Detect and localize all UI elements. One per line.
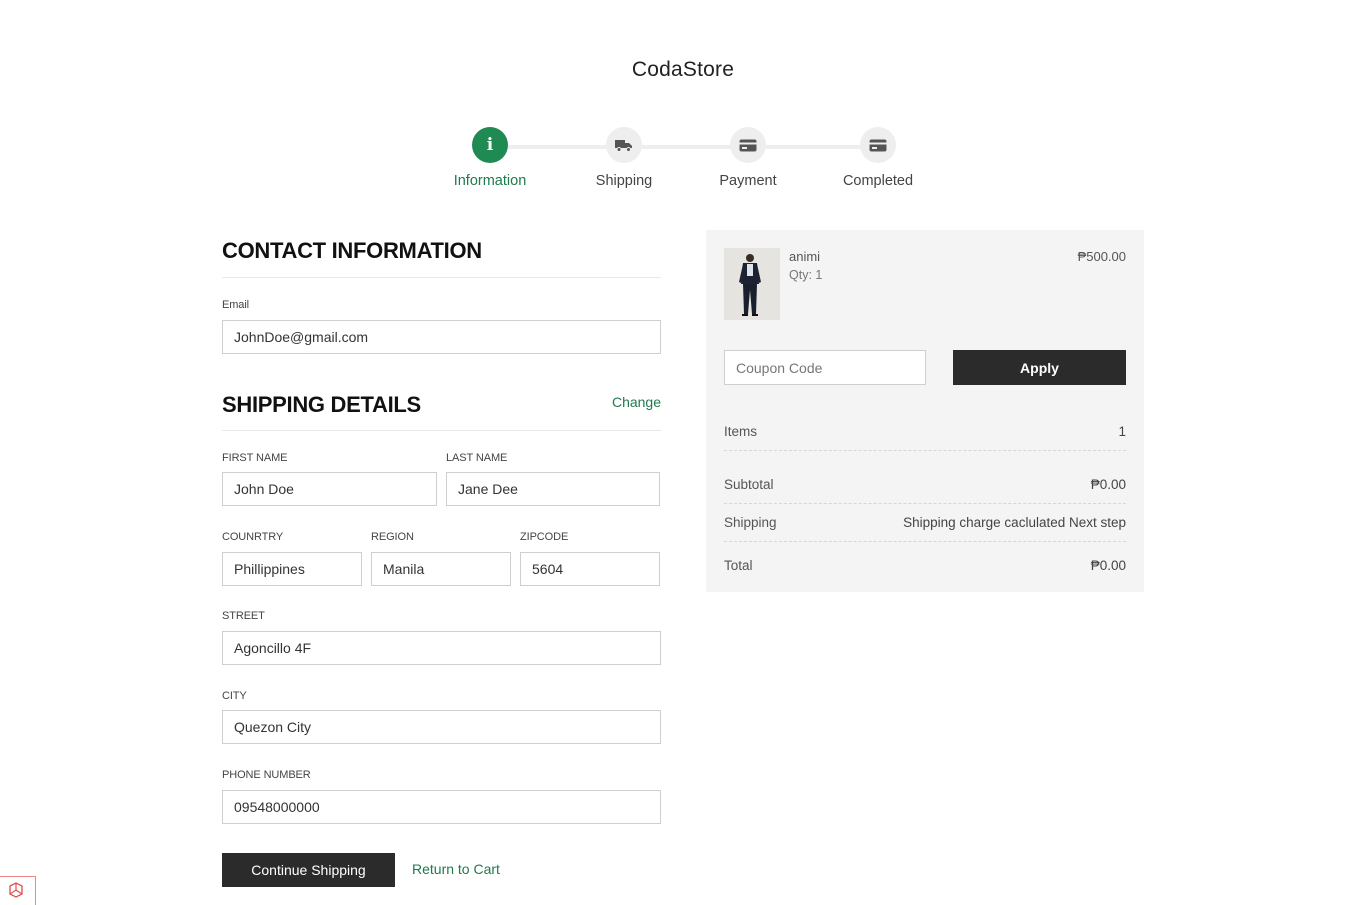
step-information[interactable]: i Information	[440, 127, 540, 189]
phone-field[interactable]	[222, 790, 661, 824]
shipping-label: Shipping	[724, 515, 777, 530]
change-link[interactable]: Change	[612, 394, 661, 410]
return-to-cart-link[interactable]: Return to Cart	[412, 861, 500, 877]
email-label: Email	[222, 299, 250, 311]
email-field[interactable]	[222, 320, 661, 354]
first-name-label: FIRST NAME	[222, 452, 288, 464]
product-qty: Qty: 1	[789, 268, 823, 282]
coupon-code-input[interactable]	[724, 350, 926, 385]
product-image	[724, 248, 780, 320]
items-value: 1	[1118, 424, 1126, 439]
first-name-field[interactable]	[222, 472, 437, 506]
contact-title: CONTACT INFORMATION	[222, 238, 482, 263]
checkout-form: CONTACT INFORMATION Email SHIPPING DETAI…	[222, 238, 661, 824]
items-row: Items 1	[724, 424, 1126, 439]
step-label: Information	[453, 173, 527, 189]
zipcode-label: ZIPCODE	[520, 531, 569, 543]
divider	[724, 450, 1126, 451]
step-label: Shipping	[595, 173, 653, 189]
checkout-stepper: i Information Shipping Payment Completed	[440, 127, 930, 197]
truck-icon	[606, 127, 642, 163]
info-icon: i	[472, 127, 508, 163]
last-name-label: LAST NAME	[446, 452, 508, 464]
debugbar-icon[interactable]	[0, 876, 36, 905]
subtotal-label: Subtotal	[724, 477, 774, 492]
contact-section-header: CONTACT INFORMATION	[222, 238, 661, 278]
step-payment[interactable]: Payment	[698, 127, 798, 189]
shipping-title: SHIPPING DETAILS	[222, 392, 421, 417]
divider	[724, 503, 1126, 504]
step-label: Payment	[719, 173, 777, 189]
subtotal-row: Subtotal ₱0.00	[724, 477, 1126, 492]
country-field[interactable]	[222, 552, 362, 586]
product-price: ₱500.00	[1077, 249, 1126, 264]
shipping-section-header: SHIPPING DETAILS Change	[222, 392, 661, 431]
total-row: Total ₱0.00	[724, 558, 1126, 573]
shipping-row: Shipping Shipping charge caclulated Next…	[724, 515, 1126, 530]
order-summary: animi Qty: 1 ₱500.00 Apply Items 1 Subto…	[706, 230, 1144, 592]
credit-card-icon	[730, 127, 766, 163]
apply-coupon-button[interactable]: Apply	[953, 350, 1126, 385]
region-field[interactable]	[371, 552, 511, 586]
credit-card-icon	[860, 127, 896, 163]
region-label: REGION	[371, 531, 414, 543]
zipcode-field[interactable]	[520, 552, 660, 586]
total-label: Total	[724, 558, 753, 573]
city-field[interactable]	[222, 710, 661, 744]
last-name-field[interactable]	[446, 472, 660, 506]
city-label: CITY	[222, 690, 247, 702]
step-completed[interactable]: Completed	[828, 127, 928, 189]
step-label: Completed	[842, 173, 914, 189]
country-label: COUNRTRY	[222, 531, 284, 543]
items-label: Items	[724, 424, 758, 439]
subtotal-value: ₱0.00	[1090, 477, 1126, 492]
store-title: CodaStore	[631, 58, 735, 81]
product-name: animi	[789, 249, 821, 264]
street-field[interactable]	[222, 631, 661, 665]
step-shipping[interactable]: Shipping	[574, 127, 674, 189]
shipping-value: Shipping charge caclulated Next step	[903, 515, 1126, 530]
divider	[724, 541, 1126, 542]
total-value: ₱0.00	[1090, 558, 1126, 573]
phone-label: PHONE NUMBER	[222, 769, 311, 781]
continue-shipping-button[interactable]: Continue Shipping	[222, 853, 395, 887]
street-label: STREET	[222, 610, 265, 622]
